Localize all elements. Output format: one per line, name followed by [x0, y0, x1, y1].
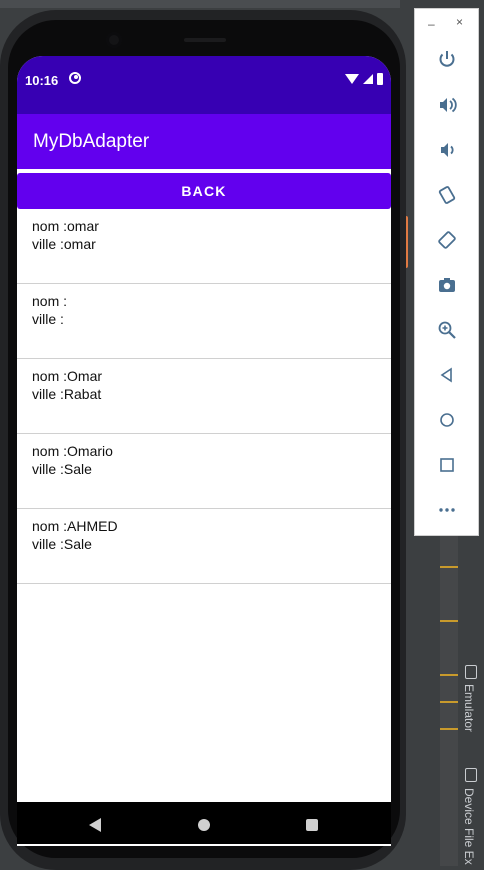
- navigation-bar: [17, 802, 391, 844]
- nom-text: nom :omar: [32, 218, 99, 234]
- volume-up-icon[interactable]: [435, 93, 459, 117]
- power-icon[interactable]: [435, 47, 459, 71]
- nom-text: nom :AHMED: [32, 518, 118, 534]
- overview-icon[interactable]: [435, 453, 459, 477]
- device-file-explorer-tab[interactable]: Device File Ex: [462, 788, 476, 865]
- app-title: MyDbAdapter: [33, 131, 150, 152]
- wifi-icon: [345, 74, 359, 84]
- nav-recents-icon[interactable]: [306, 819, 318, 831]
- ide-marker: [440, 728, 458, 730]
- close-button[interactable]: ×: [456, 15, 463, 29]
- nom-text: nom :Omar: [32, 368, 103, 384]
- list-item[interactable]: nom :AHMED ville :Sale: [17, 509, 391, 584]
- list-item[interactable]: nom :Omar ville :Rabat: [17, 359, 391, 434]
- ide-marker: [440, 620, 458, 622]
- device-screen: 10:16 MyDbAdapter BACK nom :omar ville :…: [17, 56, 391, 846]
- rotate-right-icon[interactable]: [435, 228, 459, 252]
- battery-icon: [377, 73, 383, 85]
- ville-text: ville :: [32, 311, 64, 327]
- nav-home-icon[interactable]: [198, 819, 210, 831]
- ville-text: ville :Sale: [32, 536, 92, 552]
- toolbar-header: – ×: [415, 15, 480, 31]
- status-icons: [345, 72, 383, 86]
- ide-marker: [440, 701, 458, 703]
- minimize-button[interactable]: –: [428, 17, 435, 31]
- emulator-toolbar: – ×: [414, 8, 479, 536]
- nav-back-icon[interactable]: [89, 818, 101, 832]
- back-button[interactable]: BACK: [17, 173, 391, 209]
- earpiece-speaker: [184, 38, 226, 42]
- ide-marker: [440, 566, 458, 568]
- home-icon[interactable]: [435, 408, 459, 432]
- camera-icon[interactable]: [435, 273, 459, 297]
- ville-text: ville :Sale: [32, 461, 92, 477]
- back-icon[interactable]: [435, 363, 459, 387]
- ide-marker: [440, 674, 458, 676]
- more-icon[interactable]: [435, 498, 459, 522]
- nom-text: nom :: [32, 293, 68, 309]
- list-item[interactable]: nom : ville :: [17, 284, 391, 359]
- records-list: nom :omar ville :omar nom : ville : nom …: [17, 209, 391, 584]
- ville-text: ville :omar: [32, 236, 96, 252]
- emulator-tab-icon: [465, 665, 477, 679]
- sync-icon: [69, 72, 81, 84]
- status-bar: 10:16: [17, 56, 391, 114]
- list-item[interactable]: nom :omar ville :omar: [17, 209, 391, 284]
- emulator-tab[interactable]: Emulator: [462, 684, 476, 732]
- volume-down-icon[interactable]: [435, 138, 459, 162]
- signal-icon: [363, 74, 373, 84]
- rotate-left-icon[interactable]: [435, 183, 459, 207]
- nom-text: nom :Omario: [32, 443, 113, 459]
- status-time: 10:16: [25, 73, 59, 88]
- app-bar: MyDbAdapter: [17, 114, 391, 169]
- ville-text: ville :Rabat: [32, 386, 102, 402]
- list-item[interactable]: nom :Omario ville :Sale: [17, 434, 391, 509]
- zoom-icon[interactable]: [435, 318, 459, 342]
- device-file-tab-icon: [465, 768, 477, 782]
- front-camera: [106, 32, 122, 48]
